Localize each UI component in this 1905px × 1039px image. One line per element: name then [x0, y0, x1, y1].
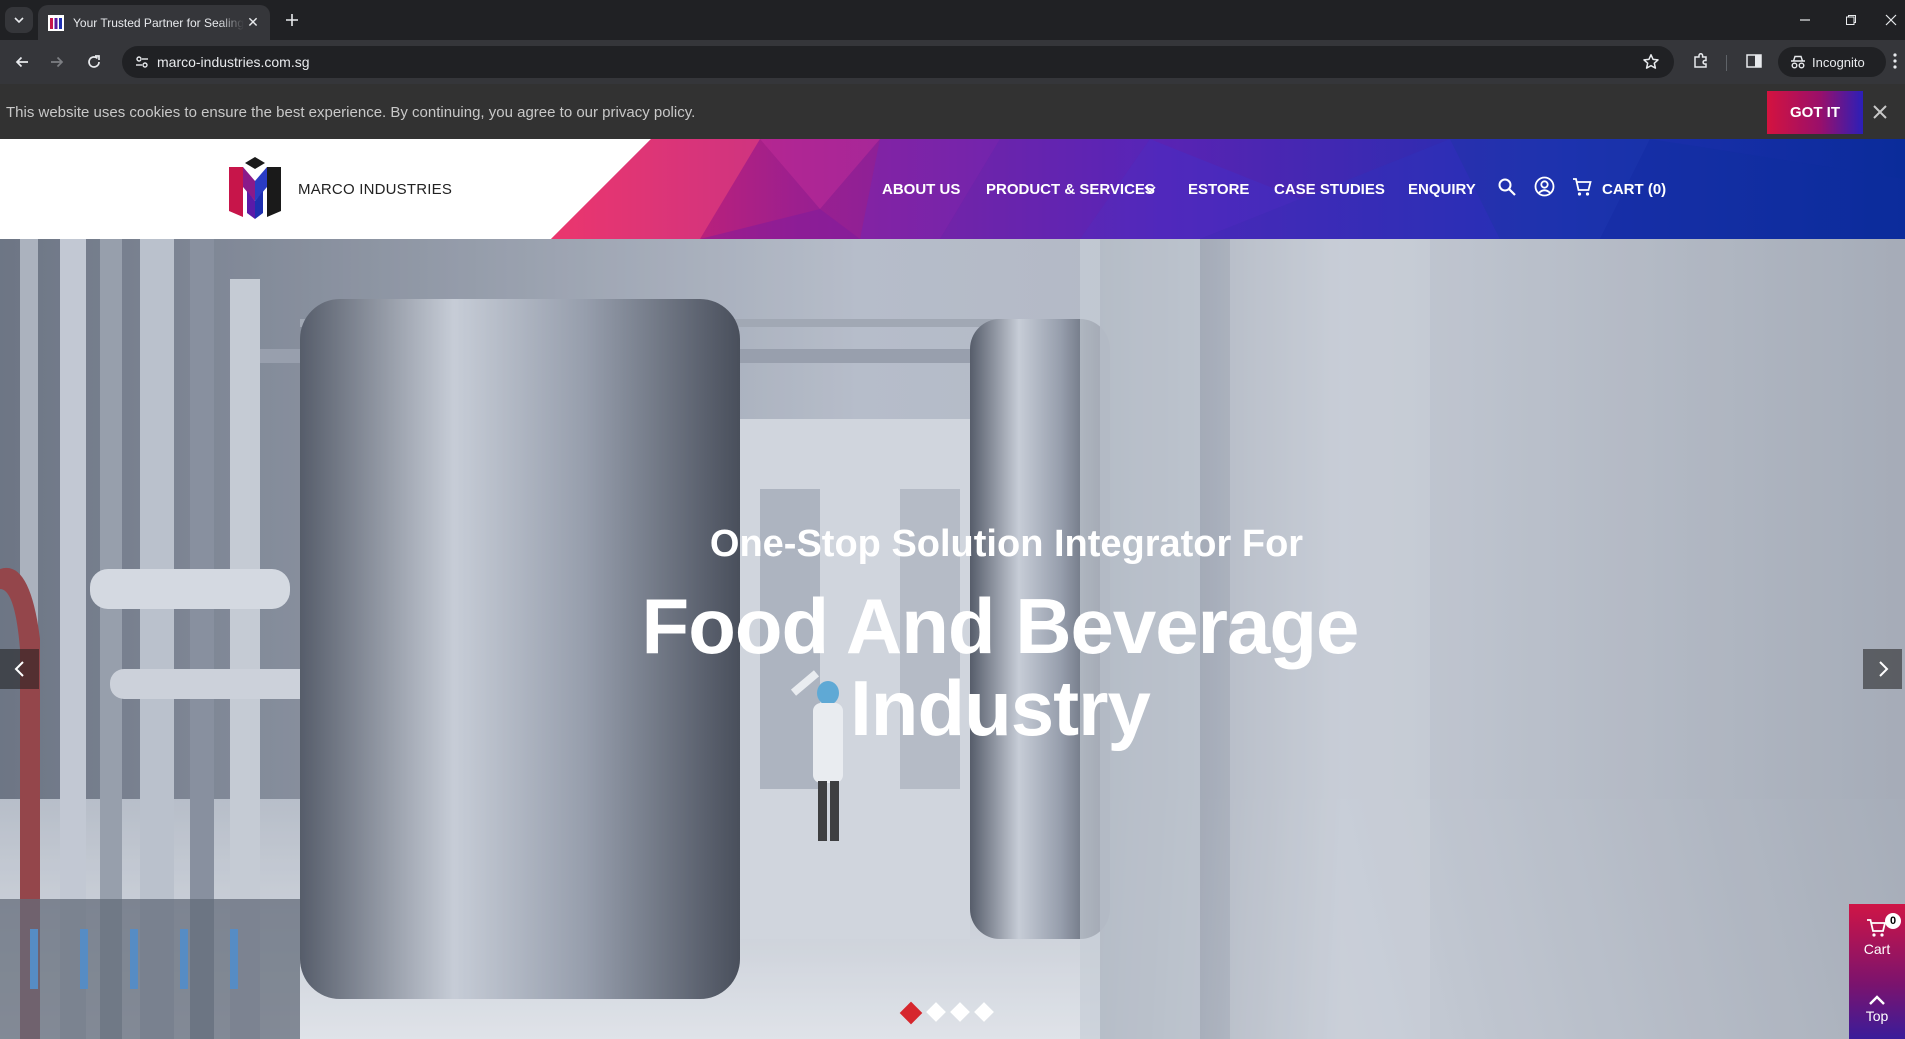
cart-icon[interactable] — [1572, 177, 1592, 197]
tab-strip: Your Trusted Partner for Sealing ✕ — [0, 0, 1905, 40]
cookie-banner: This website uses cookies to ensure the … — [0, 84, 1905, 139]
logo-text: MARCO INDUSTRIES — [298, 181, 453, 198]
slider-next-button[interactable] — [1863, 649, 1902, 689]
back-to-top-label: Top — [1865, 1008, 1889, 1024]
tab-title: Your Trusted Partner for Sealing — [73, 15, 244, 30]
reload-icon[interactable] — [79, 47, 109, 77]
arrow-up-icon — [1869, 995, 1885, 1005]
incognito-label: Incognito — [1812, 54, 1865, 70]
extensions-icon[interactable] — [1692, 52, 1710, 70]
site-header: MARCO INDUSTRIES ABOUT US PRODUCT & SERV… — [0, 139, 1905, 239]
sidepanel-icon[interactable] — [1745, 52, 1763, 70]
incognito-badge[interactable]: Incognito — [1778, 47, 1886, 77]
nav-enquiry[interactable]: ENQUIRY — [1408, 181, 1476, 198]
slider-dot[interactable] — [899, 1001, 923, 1025]
slider-dots — [899, 1001, 994, 1025]
slider-dot[interactable] — [974, 1002, 994, 1022]
browser-toolbar: marco-industries.com.sg Incognito — [0, 40, 1905, 84]
tab-search-icon[interactable] — [5, 7, 33, 33]
hero-title-line: Industry — [850, 664, 1151, 752]
chevron-right-icon — [1878, 661, 1888, 677]
cart-link[interactable]: CART (0) — [1602, 181, 1666, 198]
star-icon[interactable] — [1642, 53, 1660, 71]
hero-slider: One-Stop Solution Integrator For Food An… — [0, 239, 1905, 1039]
floating-widget: Cart 0 Top — [1849, 904, 1905, 1039]
url-text: marco-industries.com.sg — [157, 54, 310, 70]
got-it-button[interactable]: GOT IT — [1767, 91, 1863, 134]
chevron-down-icon[interactable] — [1144, 186, 1156, 194]
slider-prev-button[interactable] — [0, 649, 39, 689]
slider-dot[interactable] — [926, 1002, 946, 1022]
hero-title: Food And Beverage Industry — [0, 585, 1905, 749]
window-close-icon[interactable] — [1868, 0, 1905, 40]
back-icon[interactable] — [7, 47, 37, 77]
more-icon[interactable] — [1892, 52, 1898, 70]
logo-icon — [229, 157, 281, 219]
browser-window: Your Trusted Partner for Sealing ✕ marco… — [0, 0, 1905, 1039]
nav-product-services[interactable]: PRODUCT & SERVICES — [986, 181, 1155, 198]
close-icon[interactable]: ✕ — [244, 14, 262, 32]
close-icon[interactable] — [1868, 100, 1892, 124]
cart-count-badge: 0 — [1885, 913, 1901, 929]
hero-subtitle: One-Stop Solution Integrator For — [709, 523, 1304, 565]
favicon-icon — [48, 14, 64, 31]
chevron-left-icon — [14, 661, 24, 677]
nav-about-us[interactable]: ABOUT US — [882, 181, 960, 198]
floating-cart-label: Cart — [1863, 941, 1891, 957]
cookie-message: This website uses cookies to ensure the … — [6, 104, 696, 121]
site-info-icon[interactable] — [134, 54, 150, 70]
nav-estore[interactable]: ESTORE — [1188, 181, 1249, 198]
slider-dot[interactable] — [950, 1002, 970, 1022]
incognito-icon — [1791, 55, 1805, 69]
back-to-top-button[interactable]: Top — [1849, 992, 1905, 1024]
account-icon[interactable] — [1534, 176, 1555, 197]
nav-case-studies[interactable]: CASE STUDIES — [1274, 181, 1385, 198]
minimize-icon[interactable] — [1782, 0, 1828, 40]
plus-icon[interactable] — [280, 8, 304, 32]
search-icon[interactable] — [1497, 177, 1517, 197]
hero-title-line: Food And Beverage — [641, 582, 1360, 670]
forward-icon[interactable] — [42, 47, 72, 77]
toolbar-divider — [1726, 55, 1727, 71]
address-bar[interactable]: marco-industries.com.sg — [122, 46, 1674, 78]
browser-tab[interactable]: Your Trusted Partner for Sealing ✕ — [38, 5, 270, 40]
